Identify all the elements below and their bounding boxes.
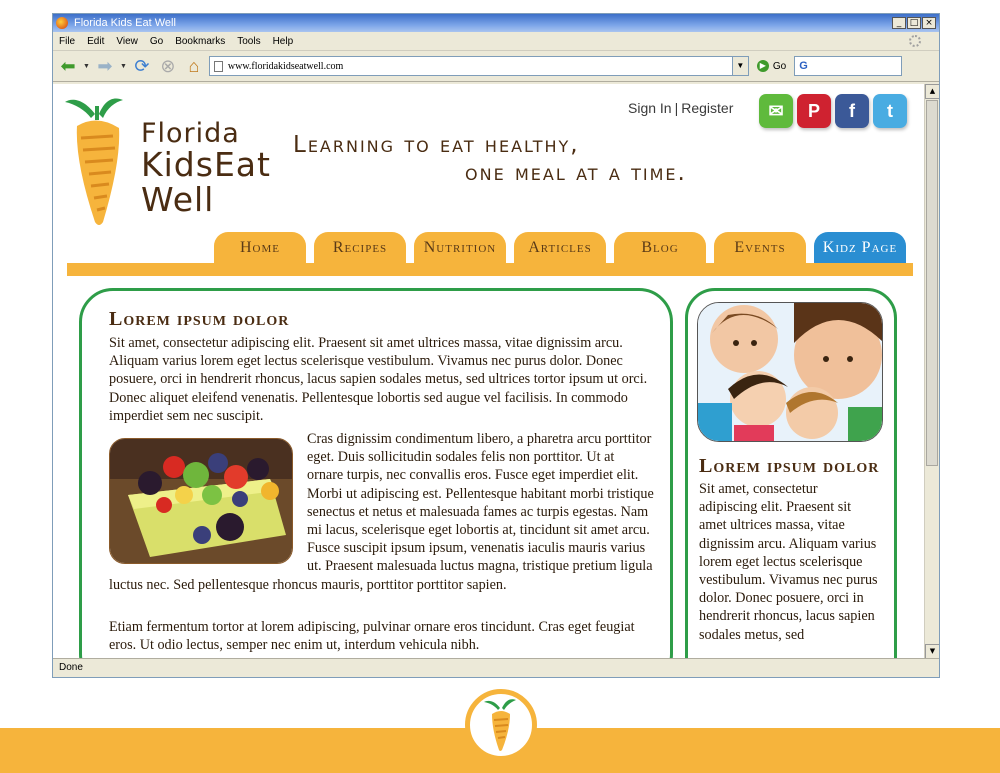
tagline-line-2: one meal at a time. [465,160,687,186]
menu-file[interactable]: File [59,36,75,47]
back-arrow-icon[interactable]: ⬅ [57,55,79,77]
carrot-badge [465,689,537,761]
firefox-icon [56,17,68,29]
main-nav: Home Recipes Nutrition Articles Blog Eve… [214,232,906,263]
page-viewport: Florida KidsEat Well Learning to eat hea… [53,84,939,659]
logo-line-3: Well [141,179,215,219]
forward-dropdown-icon[interactable]: ▼ [120,63,127,70]
page-icon [213,60,223,72]
home-icon[interactable]: ⌂ [183,55,205,77]
tagline-line-1: Learning to eat healthy, [293,132,580,158]
go-label: Go [772,60,787,72]
scroll-up-icon[interactable]: ▲ [925,84,939,99]
nav-tab-kidz-page[interactable]: Kidz Page [814,232,906,263]
menu-edit[interactable]: Edit [87,36,104,47]
sign-in-link[interactable]: Sign In [628,100,672,116]
email-icon[interactable]: ✉ [759,94,793,128]
tagline: Learning to eat healthy, one meal at a t… [293,132,687,186]
facebook-icon[interactable]: f [835,94,869,128]
vertical-scrollbar[interactable]: ▲ ▼ [924,84,939,659]
scroll-thumb[interactable] [926,100,938,466]
stop-icon[interactable]: ⊗ [157,55,179,77]
site-logo[interactable]: Florida KidsEat Well [61,92,270,232]
social-icons: ✉ P f t [759,94,907,128]
fruit-salad-image [109,438,293,564]
throbber-icon [909,35,921,47]
maximize-button[interactable]: □ [907,17,921,29]
register-link[interactable]: Register [681,100,733,116]
menu-bookmarks[interactable]: Bookmarks [175,36,225,47]
nav-tab-articles[interactable]: Articles [514,232,606,263]
link-separator: | [674,100,679,116]
back-dropdown-icon[interactable]: ▼ [83,63,90,70]
main-paragraph-1: Sit amet, consectetur adipiscing elit. P… [109,335,648,424]
nav-tab-nutrition[interactable]: Nutrition [414,232,506,263]
nav-underline [67,263,913,276]
carrot-icon [65,98,123,225]
carrot-badge-icon [484,699,516,751]
nav-tab-recipes[interactable]: Recipes [314,232,406,263]
go-arrow-icon: ▶ [756,60,769,72]
twitter-icon[interactable]: t [873,94,907,128]
pinterest-icon[interactable]: P [797,94,831,128]
scroll-down-icon[interactable]: ▼ [925,644,939,659]
url-bar[interactable]: www.floridakidseatwell.com ▼ [208,56,749,76]
nav-tab-home[interactable]: Home [214,232,306,263]
account-links: Sign In | Register [628,100,733,116]
logo-wordmark: Florida KidsEat Well [141,118,271,219]
go-button[interactable]: ▶ Go [756,60,787,72]
window-title: Florida Kids Eat Well [74,17,176,29]
main-heading: Lorem ipsum dolor [109,308,290,330]
web-page: Florida KidsEat Well Learning to eat hea… [53,84,923,659]
menu-go[interactable]: Go [150,36,163,47]
navigation-toolbar: ⬅ ▼ ➡ ▼ ⟳ ⊗ ⌂ www.floridakidseatwell.com… [53,50,939,82]
kids-photo [697,302,883,442]
nav-tab-events[interactable]: Events [714,232,806,263]
main-paragraph-3: Etiam fermentum tortor at lorem adipisci… [109,619,635,654]
browser-window: Florida Kids Eat Well _ □ × File Edit Vi… [52,13,940,678]
menu-tools[interactable]: Tools [237,36,260,47]
minimize-button[interactable]: _ [892,17,906,29]
status-bar: Done [53,658,939,677]
side-paragraph: Sit amet, consectetur adipiscing elit. P… [699,481,878,643]
reload-icon[interactable]: ⟳ [131,55,153,77]
menu-bar: File Edit View Go Bookmarks Tools Help [53,32,939,50]
menu-view[interactable]: View [116,36,138,47]
search-engine-icon: G [799,60,808,72]
menu-help[interactable]: Help [273,36,294,47]
url-dropdown-icon[interactable]: ▼ [731,57,748,75]
close-button[interactable]: × [922,17,936,29]
nav-tab-blog[interactable]: Blog [614,232,706,263]
url-text[interactable]: www.floridakidseatwell.com [228,61,343,72]
forward-arrow-icon[interactable]: ➡ [94,55,116,77]
logo-line-1: Florida [141,118,240,149]
title-bar: Florida Kids Eat Well _ □ × [53,14,939,32]
logo-line-2: KidsEat [141,145,271,185]
side-heading: Lorem ipsum dolor [699,455,880,477]
search-input[interactable]: G [794,56,903,76]
